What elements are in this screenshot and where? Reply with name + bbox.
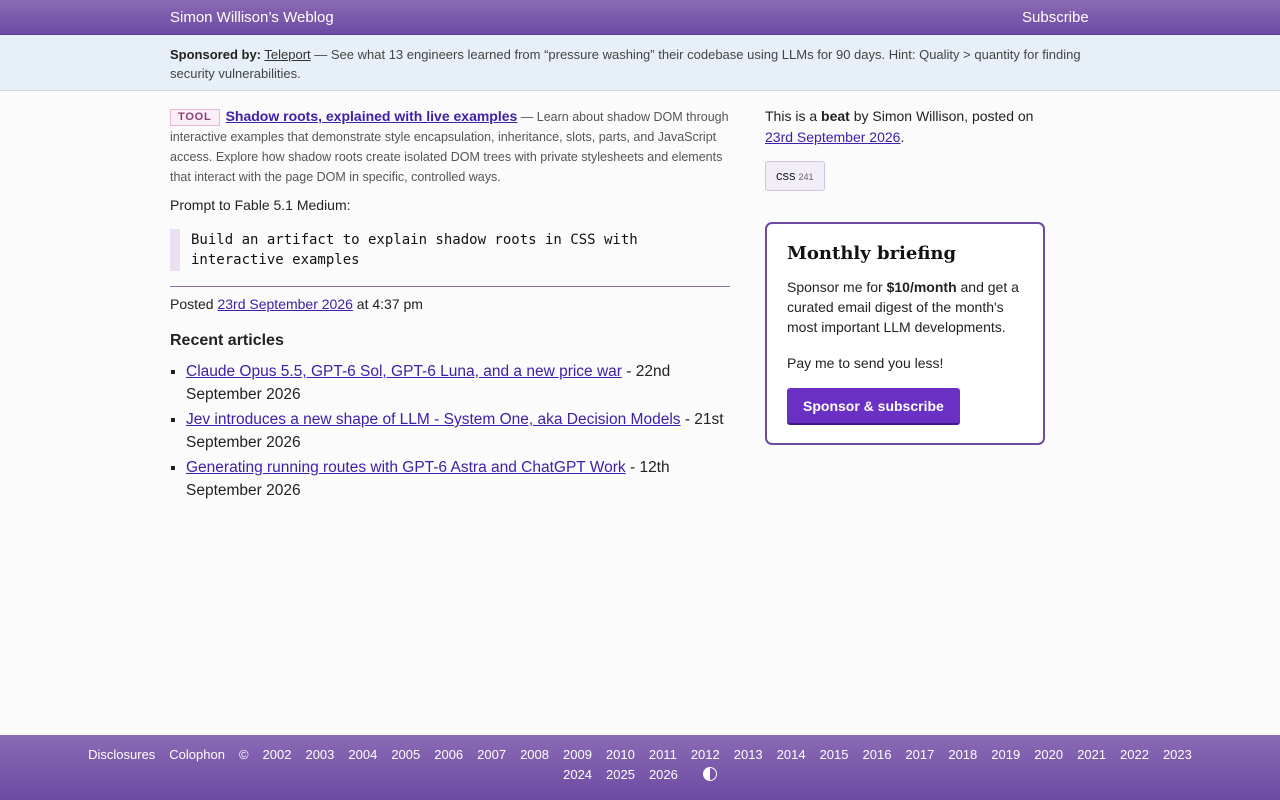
tool-entry: TOOL Shadow roots, explained with live ex… — [170, 106, 730, 187]
footer-year-link[interactable]: 2019 — [991, 747, 1020, 762]
briefing-title: Monthly briefing — [787, 243, 957, 264]
sponsor-subscribe-button[interactable]: Sponsor & subscribe — [787, 388, 960, 425]
footer-year-link[interactable]: 2018 — [948, 747, 977, 762]
list-item: Claude Opus 5.5, GPT-6 Sol, GPT-6 Luna, … — [186, 360, 730, 406]
sponsor-banner: Sponsored by: Teleport — See what 13 eng… — [0, 35, 1280, 91]
list-item: Generating running routes with GPT-6 Ast… — [186, 456, 730, 502]
contrast-icon[interactable] — [702, 767, 717, 781]
footer-year-link[interactable]: 2005 — [391, 747, 420, 762]
footer-year-link[interactable]: 2020 — [1034, 747, 1063, 762]
tool-title-link[interactable]: Shadow roots, explained with live exampl… — [226, 108, 518, 124]
footer-year-link[interactable]: 2015 — [820, 747, 849, 762]
meta-suffix: . — [900, 129, 905, 145]
tool-badge: TOOL — [170, 109, 220, 126]
footer-year-link[interactable]: 2008 — [520, 747, 549, 762]
footer-year-link[interactable]: 2003 — [305, 747, 334, 762]
meta-date-link[interactable]: 23rd September 2026 — [765, 129, 900, 145]
sponsor-label: Sponsored by: — [170, 47, 262, 62]
meta-beat: beat — [821, 108, 850, 124]
footer-year-link[interactable]: 2012 — [691, 747, 720, 762]
site-title-link[interactable]: Simon Willison’s Weblog — [170, 9, 334, 26]
footer-year-link[interactable]: 2025 — [606, 767, 635, 782]
footer-year-link[interactable]: 2011 — [649, 747, 677, 762]
main-content: TOOL Shadow roots, explained with live ex… — [170, 106, 730, 504]
footer-link-disclosures[interactable]: Disclosures — [88, 747, 155, 762]
divider — [170, 286, 730, 287]
briefing-text: Sponsor me for $10/month and get a curat… — [787, 277, 1023, 337]
footer-year-link[interactable]: 2010 — [606, 747, 635, 762]
site-header: Simon Willison’s Weblog Subscribe — [0, 0, 1280, 35]
recent-article-link[interactable]: Jev introduces a new shape of LLM - Syst… — [186, 411, 681, 428]
footer-year-link[interactable]: 2021 — [1077, 747, 1106, 762]
footer-year-link[interactable]: 2006 — [434, 747, 463, 762]
footer-year-link[interactable]: 2002 — [263, 747, 292, 762]
footer-year-link[interactable]: 2016 — [863, 747, 892, 762]
footer-year-link[interactable]: 2014 — [777, 747, 806, 762]
footer-year-link[interactable]: 2023 — [1163, 747, 1192, 762]
tag-css[interactable]: css 241 — [765, 161, 825, 191]
subscribe-link[interactable]: Subscribe — [1022, 9, 1089, 26]
briefing-tagline: Pay me to send you less! — [787, 355, 944, 371]
sponsor-text: Sponsored by: Teleport — See what 13 eng… — [170, 45, 1090, 83]
footer-year-link[interactable]: 2004 — [348, 747, 377, 762]
footer-year-link[interactable]: 2009 — [563, 747, 592, 762]
recent-article-link[interactable]: Claude Opus 5.5, GPT-6 Sol, GPT-6 Luna, … — [186, 363, 622, 380]
footer-copyright: © — [238, 747, 249, 762]
sponsor-link[interactable]: Teleport — [264, 47, 310, 62]
footer-year-link[interactable]: 2022 — [1120, 747, 1149, 762]
posted-date-link[interactable]: 23rd September 2026 — [217, 296, 352, 312]
footer-links-row-1: Disclosures Colophon © 2002 2003 2004 2005 2006… — [0, 747, 1280, 762]
posted-prefix: Posted — [170, 296, 218, 312]
footer-year-link[interactable]: 2026 — [649, 767, 678, 782]
meta-middle: by Simon Willison, posted on — [849, 108, 1034, 124]
recent-articles-heading: Recent articles — [170, 332, 284, 349]
recent-articles-list: Claude Opus 5.5, GPT-6 Sol, GPT-6 Luna, … — [170, 360, 730, 502]
footer-year-link[interactable]: 2013 — [734, 747, 763, 762]
sidebar: This is a beat by Simon Willison, posted… — [765, 106, 1045, 191]
monthly-briefing-box: Monthly briefing Sponsor me for $10/mont… — [765, 222, 1045, 445]
site-footer: Disclosures Colophon © 2002 2003 2004 2005 2006… — [0, 735, 1280, 800]
footer-link-colophon[interactable]: Colophon — [169, 747, 225, 762]
posted-time: at 4:37 pm — [352, 296, 423, 312]
footer-year-link[interactable]: 2007 — [477, 747, 506, 762]
footer-year-link[interactable]: 2024 — [563, 767, 592, 782]
prompt-label: Prompt to Fable 5.1 Medium: — [170, 197, 351, 213]
meta-prefix: This is a — [765, 108, 822, 124]
posted-line: Posted 23rd September 2026 at 4:37 pm — [170, 296, 730, 312]
footer-year-link[interactable]: 2017 — [905, 747, 934, 762]
prompt-quote: Build an artifact to explain shadow root… — [170, 229, 730, 271]
tag-count: 241 — [798, 172, 814, 182]
briefing-text-prefix: Sponsor me for — [787, 279, 887, 295]
beat-meta: This is a beat by Simon Willison, posted… — [765, 106, 1045, 148]
recent-article-link[interactable]: Generating running routes with GPT-6 Ast… — [186, 459, 626, 476]
tag-label: css — [776, 168, 796, 183]
footer-links-row-2: 2024 2025 2026 — [0, 767, 1280, 782]
list-item: Jev introduces a new shape of LLM - Syst… — [186, 408, 730, 454]
briefing-price: $10/month — [886, 279, 957, 295]
